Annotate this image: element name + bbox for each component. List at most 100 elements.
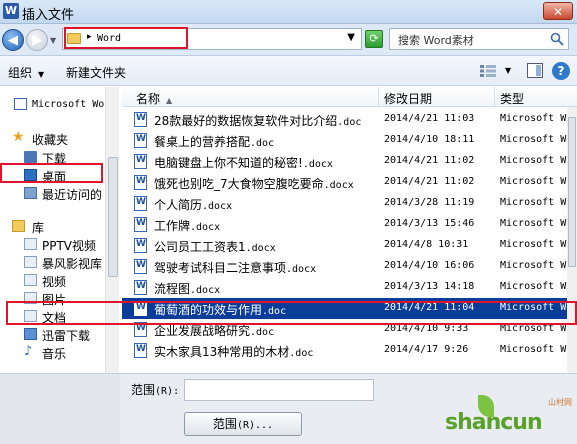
word-doc-icon	[134, 175, 147, 190]
word-doc-icon	[134, 217, 147, 232]
nav-item-pptv[interactable]: PPTV视频	[0, 235, 118, 253]
preview-pane-icon[interactable]	[527, 63, 543, 78]
nav-item-microsoft-word[interactable]: Microsoft Word	[0, 95, 118, 113]
file-type: Microsoft Word	[500, 113, 570, 124]
word-doc-icon	[134, 280, 147, 295]
nav-label: 迅雷下载	[42, 329, 91, 343]
range-input[interactable]	[184, 379, 374, 401]
file-name-text: 企业发展战略研究	[154, 324, 251, 338]
organize-button[interactable]: 组织 ▼	[8, 64, 44, 81]
video-folder-icon	[24, 256, 37, 268]
recent-locations-dropdown[interactable]: ▼	[50, 36, 56, 45]
file-row[interactable]: 驾驶考试科目二注意事项.docx 2014/4/10 16:06 Microsoft…	[122, 256, 570, 277]
file-modified-date: 2014/3/13 14:18	[384, 281, 475, 292]
nav-scrollbar[interactable]	[105, 87, 119, 373]
close-button[interactable]: ✕	[543, 2, 573, 20]
view-dropdown-icon[interactable]: ▼	[505, 66, 511, 75]
word-doc-icon	[134, 238, 147, 253]
range-button[interactable]: 范围(R)...	[184, 412, 302, 436]
new-folder-button[interactable]: 新建文件夹	[66, 64, 126, 81]
view-options-icon[interactable]	[480, 65, 496, 77]
file-type: Microsoft Word	[500, 260, 570, 271]
file-name: 饿死也别吃_7大食物空腹吃要命.docx	[154, 175, 354, 192]
video-folder-icon	[24, 238, 37, 250]
search-placeholder: 搜索 Word素材	[398, 34, 474, 47]
column-divider[interactable]	[494, 87, 495, 107]
nav-item-favorites[interactable]: ★ 收藏夹	[0, 129, 118, 147]
nav-item-music[interactable]: ♪ 音乐	[0, 343, 118, 361]
file-extension: .docx	[323, 180, 354, 191]
column-name-header[interactable]: 名称 ▲	[136, 90, 172, 107]
file-row[interactable]: 实木家具13种常用的木材.doc 2014/4/17 9:26 Microsoft …	[122, 340, 570, 361]
file-name-text: 饿死也别吃_7大食物空腹吃要命	[154, 177, 324, 191]
file-name: 驾驶考试科目二注意事项.docx	[154, 259, 316, 276]
file-extension: .docx	[202, 201, 233, 212]
refresh-button[interactable]: ⟳	[365, 30, 383, 48]
column-type-header[interactable]: 类型	[500, 90, 524, 107]
file-row[interactable]: 饿死也别吃_7大食物空腹吃要命.docx 2014/4/21 11:02 Micro…	[122, 172, 570, 193]
organize-label: 组织	[8, 66, 33, 80]
nav-item-xunlei[interactable]: 迅雷下载	[0, 325, 118, 343]
file-name-text: 28款最好的数据恢复软件对比介绍	[154, 114, 338, 128]
nav-scrollbar-thumb[interactable]	[108, 157, 118, 277]
music-icon: ♪	[24, 344, 33, 359]
range-label: 范围(R):	[131, 381, 179, 398]
word-doc-icon	[134, 112, 147, 127]
nav-item-videos[interactable]: 视频	[0, 271, 118, 289]
file-modified-date: 2014/4/21 11:03	[384, 113, 475, 124]
video-folder-icon	[24, 274, 37, 286]
file-type: Microsoft Word	[500, 197, 570, 208]
file-name-text: 公司员工工资表1	[154, 240, 246, 254]
file-list: 名称▲ 修改日期 类型 28款最好的数据恢复软件对比介绍.doc2014/4/2…	[122, 87, 577, 373]
navigation-pane: Microsoft Word ★ 收藏夹 下载 桌面 最近访问的 库 PPTV视…	[0, 87, 119, 373]
file-modified-date: 2014/3/13 15:46	[384, 218, 475, 229]
file-row[interactable]: 工作牌.docx 2014/3/13 15:46 Microsoft Word	[122, 214, 570, 235]
file-name-text: 实木家具13种常用的木材	[154, 345, 290, 359]
sort-up-icon: ▲	[166, 96, 173, 105]
file-row[interactable]: 个人简历.docx 2014/3/28 11:19 Microsoft Word	[122, 193, 570, 214]
nav-item-recent[interactable]: 最近访问的	[0, 184, 118, 202]
file-modified-date: 2014/4/10 16:06	[384, 260, 475, 271]
address-highlight-box	[64, 27, 188, 49]
file-name: 28款最好的数据恢复软件对比介绍.doc	[154, 112, 361, 129]
file-name: 电脑键盘上你不知道的秘密!.docx	[154, 154, 333, 171]
file-row[interactable]: 28款最好的数据恢复软件对比介绍.doc 2014/4/21 11:03 Micro…	[122, 109, 570, 130]
word-doc-icon	[134, 196, 147, 211]
file-type: Microsoft Word	[500, 281, 570, 292]
forward-button[interactable]: ▶	[26, 29, 48, 51]
nav-label: 暴风影视库	[42, 257, 103, 271]
file-type: Microsoft Word	[500, 239, 570, 250]
range-label-key: (R):	[155, 386, 180, 397]
file-extension: .doc	[250, 138, 275, 149]
back-button[interactable]: ◀	[2, 29, 24, 51]
address-dropdown-icon[interactable]: ▼	[347, 32, 355, 43]
selected-file-highlight-box	[6, 301, 577, 325]
nav-pane-overflow	[0, 374, 120, 444]
range-label-text: 范围	[131, 383, 156, 397]
nav-item-baofeng[interactable]: 暴风影视库	[0, 253, 118, 271]
file-list-scrollbar[interactable]	[567, 107, 577, 373]
file-name-text: 流程图	[154, 282, 191, 296]
file-list-scrollbar-thumb[interactable]	[568, 117, 576, 267]
file-extension: .doc	[337, 117, 362, 128]
file-extension: .doc	[289, 348, 314, 359]
file-row[interactable]: 流程图.docx 2014/3/13 14:18 Microsoft Word	[122, 277, 570, 298]
search-input[interactable]: 搜索 Word素材	[389, 28, 569, 50]
file-row[interactable]: 电脑键盘上你不知道的秘密!.docx 2014/4/21 11:02 Microso…	[122, 151, 570, 172]
download-folder-icon	[24, 328, 37, 340]
file-name-text: 驾驶考试科目二注意事项	[154, 261, 287, 275]
nav-item-libraries[interactable]: 库	[0, 217, 118, 235]
library-icon	[12, 220, 25, 232]
file-row[interactable]: 公司员工工资表1.docx 2014/4/8 10:31 Microsoft Wor…	[122, 235, 570, 256]
help-icon[interactable]: ?	[552, 62, 570, 80]
column-modified-header[interactable]: 修改日期	[384, 90, 432, 107]
word-doc-icon	[134, 259, 147, 274]
nav-label: PPTV视频	[42, 239, 97, 253]
word-doc-icon	[14, 98, 27, 110]
column-divider[interactable]	[378, 87, 379, 107]
file-row[interactable]: 餐桌上的营养搭配.doc 2014/4/10 18:11 Microsoft Wor…	[122, 130, 570, 151]
title-bar: W 插入文件 ✕	[0, 0, 577, 24]
range-button-key: (R)...	[236, 420, 274, 431]
search-icon[interactable]	[550, 32, 564, 46]
column-name-label: 名称	[136, 92, 161, 106]
